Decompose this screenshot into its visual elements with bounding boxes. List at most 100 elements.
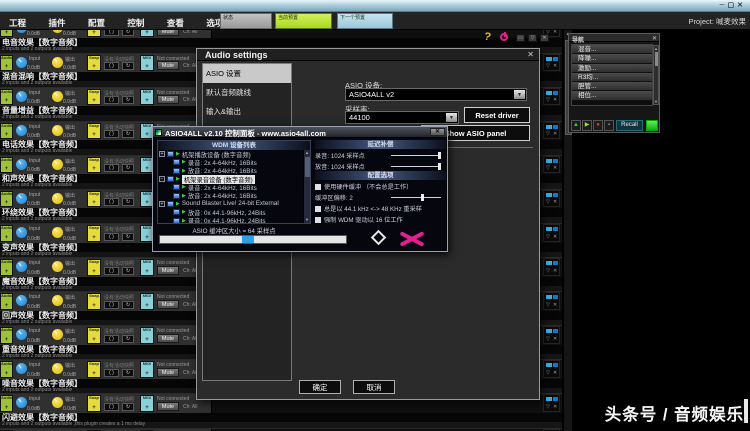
snap-tab[interactable]: Snap+ (87, 224, 101, 242)
close-icon[interactable]: ✕ (553, 165, 557, 171)
snapshot-select-button[interactable]: ( ) (104, 232, 119, 241)
snapshot-select-button[interactable]: ( ) (104, 96, 119, 105)
close-icon[interactable]: ✕ (553, 63, 557, 69)
snapshot-refresh-button[interactable]: ↻ (122, 30, 134, 36)
shade-icon[interactable]: ▽ (546, 404, 550, 410)
mute-button[interactable]: Mute (157, 265, 179, 275)
scrollbar-thumb[interactable] (744, 399, 748, 423)
snapshot-refresh-button[interactable]: ↻ (122, 232, 134, 241)
latency-out-slider[interactable] (391, 163, 441, 170)
mute-button[interactable]: Mute (157, 95, 179, 105)
close-icon[interactable]: ✕ (652, 35, 657, 42)
snapshot-refresh-button[interactable]: ↻ (122, 403, 134, 412)
audio-tab[interactable]: Audio+ (0, 156, 13, 174)
midi-channel[interactable]: Ch: All (183, 30, 197, 35)
shade-icon[interactable]: ▽ (546, 268, 550, 274)
dropdown-icon[interactable]: ▼ (514, 90, 525, 99)
enable-icon[interactable]: ▶ (182, 168, 186, 174)
go-button[interactable] (646, 120, 658, 131)
mute-button[interactable]: Mute (157, 367, 179, 377)
input-gain-knob[interactable] (16, 158, 27, 170)
mute-button[interactable]: Mute (157, 402, 179, 412)
nav-tool-button-4[interactable]: ▪ (604, 120, 614, 131)
enable-icon[interactable]: ▶ (176, 176, 180, 182)
scrollbar-thumb[interactable] (655, 52, 658, 66)
output-gain-knob[interactable] (52, 261, 63, 273)
expander-icon[interactable]: + (159, 200, 165, 207)
enable-icon[interactable]: ▶ (176, 151, 180, 157)
cancel-button[interactable]: 取消 (353, 380, 395, 394)
close-icon[interactable]: ✕ (553, 234, 557, 240)
close-icon[interactable]: ✕ (553, 199, 557, 205)
snapshot-select-button[interactable]: ( ) (104, 368, 119, 377)
mute-button[interactable]: Mute (157, 61, 179, 71)
output-gain-knob[interactable] (52, 158, 63, 170)
close-icon[interactable]: ✕ (553, 268, 557, 274)
category-io[interactable]: 输入&输出 (203, 102, 291, 121)
maximize-icon[interactable]: ▢ (728, 2, 738, 9)
enable-icon[interactable]: ▶ (182, 184, 186, 190)
audio-tab[interactable]: Audio+ (0, 224, 13, 242)
audio-tab[interactable]: Audio+ (0, 54, 13, 72)
snapshot-refresh-button[interactable]: ↻ (122, 334, 134, 343)
enable-icon[interactable]: ▶ (182, 159, 186, 165)
input-gain-knob[interactable] (16, 329, 27, 341)
shade-icon[interactable]: ▽ (546, 97, 550, 103)
recall-button[interactable]: Recall (616, 120, 643, 131)
input-gain-knob[interactable] (16, 226, 27, 238)
navigator-item[interactable]: R3均... (572, 72, 652, 83)
output-gain-knob[interactable] (52, 30, 63, 33)
enable-icon[interactable]: ▶ (182, 209, 186, 215)
midi-channel[interactable]: Ch: All (183, 404, 197, 410)
snap-tab[interactable]: Snap+ (87, 122, 101, 140)
output-gain-knob[interactable] (52, 56, 63, 68)
snapshot-select-button[interactable]: ( ) (104, 30, 119, 36)
close-icon[interactable]: ✕ (553, 404, 557, 410)
midi-tab[interactable]: MIDI+ (140, 88, 154, 106)
input-gain-knob[interactable] (16, 261, 27, 273)
stream-row[interactable]: ▶ 放音: 2x 4-64kHz, 16Bits (159, 191, 302, 200)
force16-checkbox[interactable] (315, 217, 321, 223)
audio-tab[interactable]: Audio+ (0, 190, 13, 208)
output-gain-knob[interactable] (52, 397, 63, 409)
snapshot-select-button[interactable]: ( ) (104, 164, 119, 173)
audio-tab[interactable]: Audio+ (0, 259, 13, 276)
nav-tool-button-3[interactable]: ● (593, 120, 603, 131)
enable-icon[interactable]: ▶ (182, 218, 186, 223)
snap-tab[interactable]: Snap+ (87, 30, 101, 37)
snapshot-refresh-button[interactable]: ↻ (122, 62, 134, 71)
slider-handle[interactable] (438, 152, 441, 159)
audio-tab[interactable]: Audio+ (0, 361, 13, 378)
power-icon[interactable] (500, 32, 508, 41)
restore-icon[interactable]: ▭ (516, 34, 525, 42)
audio-tab[interactable]: Audio+ (0, 327, 13, 344)
input-gain-knob[interactable] (16, 295, 27, 307)
expander-icon[interactable]: + (159, 151, 165, 158)
navigator-item[interactable]: 降噪... (572, 54, 652, 64)
snap-tab[interactable]: Snap+ (87, 361, 101, 378)
midi-tab[interactable]: MIDI+ (140, 30, 154, 37)
snapshot-select-button[interactable]: ( ) (104, 130, 119, 139)
shade-icon[interactable]: ▽ (546, 302, 550, 308)
slider-handle[interactable] (438, 163, 441, 170)
snapshot-refresh-button[interactable]: ↻ (122, 266, 134, 275)
shade-icon[interactable]: ▽ (546, 165, 550, 171)
output-gain-knob[interactable] (52, 192, 63, 204)
snapshot-select-button[interactable]: ( ) (104, 266, 119, 275)
mute-button[interactable]: Mute (157, 333, 179, 343)
close-icon[interactable]: ✕ (737, 2, 746, 9)
buffer-offset-slider[interactable] (391, 194, 441, 201)
output-gain-knob[interactable] (52, 124, 63, 136)
snapshot-select-button[interactable]: ( ) (104, 62, 119, 71)
shade-icon[interactable]: ▽ (546, 63, 550, 69)
shade-icon[interactable]: ▽ (546, 336, 550, 342)
snapshot-refresh-button[interactable]: ↻ (122, 164, 134, 173)
shade-icon[interactable]: ▽ (546, 131, 550, 137)
close-icon[interactable]: ✕ (553, 302, 557, 308)
dropdown-icon[interactable]: ▼ (446, 113, 457, 122)
close-icon[interactable]: ✕ (540, 34, 549, 42)
current-preset-box[interactable]: 当前预置 (275, 13, 332, 29)
audio-tab[interactable]: Audio+ (0, 88, 13, 106)
mute-button[interactable]: Mute (157, 299, 179, 309)
reset-driver-button[interactable]: Reset driver (464, 107, 530, 123)
